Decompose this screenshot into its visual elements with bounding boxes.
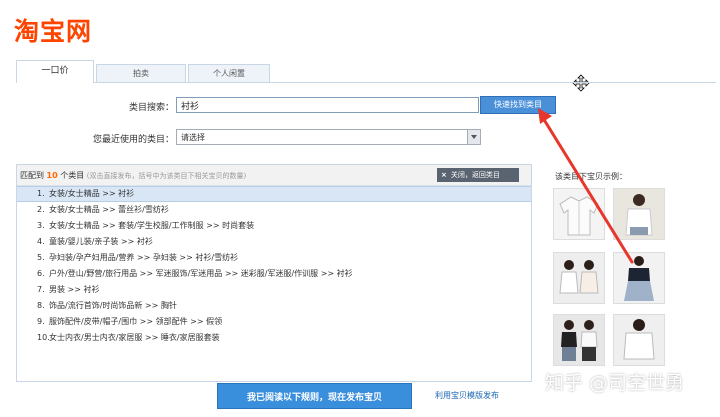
- quick-find-category-button[interactable]: 快速找到类目: [480, 96, 556, 114]
- recent-category-select[interactable]: 请选择: [176, 129, 481, 145]
- example-product-image[interactable]: [553, 252, 605, 304]
- example-product-image[interactable]: [613, 252, 665, 304]
- example-product-image[interactable]: [613, 188, 665, 240]
- results-hint: (双击直接发布，括号中为该类目下相关宝贝的数量): [86, 172, 247, 180]
- results-count: 10: [46, 171, 58, 180]
- example-product-image[interactable]: [553, 314, 605, 366]
- example-product-image[interactable]: [613, 314, 665, 366]
- list-item[interactable]: 4. 童装/婴儿装/亲子装 >> 衬衫: [17, 234, 531, 250]
- tab-fixed-price[interactable]: 一口价: [16, 60, 94, 83]
- listing-type-tabs: 一口价 拍卖 个人闲置: [16, 60, 716, 83]
- category-examples-panel: 该类目下宝贝示例：: [537, 164, 715, 380]
- list-item[interactable]: 8. 饰品/流行首饰/时尚饰品新 >> 胸针: [17, 298, 531, 314]
- publish-item-button[interactable]: 我已阅读以下规则，现在发布宝贝: [217, 383, 412, 409]
- taobao-logo[interactable]: 淘宝网: [14, 12, 92, 48]
- list-item[interactable]: 7. 男装 >> 衬衫: [17, 282, 531, 298]
- recent-category-label: 您最近使用的类目：: [92, 135, 174, 145]
- list-item[interactable]: 9. 服饰配件/皮带/帽子/围巾 >> 领部配件 >> 假领: [17, 314, 531, 330]
- chevron-down-icon[interactable]: [467, 130, 480, 144]
- category-results-panel: 匹配到 10 个类目 (双击直接发布，括号中为该类目下相关宝贝的数量) × 关闭，…: [16, 164, 532, 382]
- list-item[interactable]: 1. 女装/女士精品 >> 衬衫: [17, 186, 531, 202]
- close-icon: ×: [441, 171, 447, 179]
- list-item[interactable]: 3. 女装/女士精品 >> 套装/学生校服/工作制服 >> 时尚套装: [17, 218, 531, 234]
- watermark: 知乎 @司空世勇: [545, 372, 685, 394]
- tab-auction[interactable]: 拍卖: [96, 64, 186, 82]
- close-return-category-button[interactable]: × 关闭，返回类目: [437, 168, 519, 182]
- category-search-label: 类目搜索：: [128, 103, 174, 113]
- list-item[interactable]: 2. 女装/女士精品 >> 蕾丝衫/雪纺衫: [17, 202, 531, 218]
- results-list: 1. 女装/女士精品 >> 衬衫 2. 女装/女士精品 >> 蕾丝衫/雪纺衫 3. 女…: [17, 186, 531, 346]
- category-search-input[interactable]: [176, 97, 479, 113]
- results-summary: 匹配到 10 个类目 (双击直接发布，括号中为该类目下相关宝贝的数量): [20, 171, 247, 180]
- recent-category-value: 请选择: [181, 133, 205, 142]
- list-item[interactable]: 10. 女士内衣/男士内衣/家居服 >> 睡衣/家居服套装: [17, 330, 531, 346]
- list-item[interactable]: 6. 户外/登山/野营/旅行用品 >> 军迷服饰/军迷用品 >> 迷彩服/军迷服/…: [17, 266, 531, 282]
- list-item[interactable]: 5. 孕妇装/孕产妇用品/营养 >> 孕妇装 >> 衬衫/雪纺衫: [17, 250, 531, 266]
- results-header: 匹配到 10 个类目 (双击直接发布，括号中为该类目下相关宝贝的数量) × 关闭，…: [17, 165, 531, 186]
- examples-title: 该类目下宝贝示例：: [555, 172, 627, 181]
- publish-with-template-link[interactable]: 利用宝贝模版发布: [435, 390, 499, 401]
- example-product-image[interactable]: [553, 188, 605, 240]
- tab-personal-idle[interactable]: 个人闲置: [188, 64, 270, 82]
